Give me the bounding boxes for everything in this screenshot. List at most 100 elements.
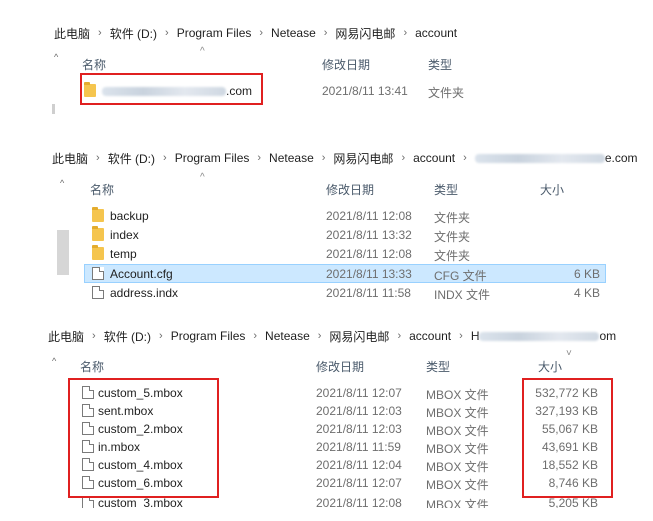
list-item[interactable]: address.indx 2021/8/11 11:58 INDX 文件 4 K… [0,284,653,300]
chevron-right-icon: › [403,27,408,39]
file-name: Account.cfg [110,267,173,281]
breadcrumb-item[interactable]: 此电脑 [50,150,90,167]
file-type: MBOX 文件 [426,498,489,508]
file-type: MBOX 文件 [426,460,489,474]
modified-date: 2021/8/11 12:07 [316,476,402,490]
column-header-date[interactable]: 修改日期 [316,358,364,375]
breadcrumb-item[interactable]: account [413,26,459,40]
file-type: 文件夹 [434,211,471,225]
breadcrumb-item[interactable]: account [407,329,453,343]
breadcrumb-item[interactable]: 软件 (D:) [102,328,153,345]
modified-date: 2021/8/11 13:41 [322,84,408,98]
breadcrumb-item[interactable]: Program Files [169,329,248,343]
modified-date: 2021/8/11 11:58 [326,286,411,300]
chevron-right-icon: › [259,27,264,39]
column-header-row: 名称 修改日期 类型 [0,52,653,74]
breadcrumb-item[interactable]: 网易闪电邮 [327,328,391,345]
breadcrumb-item[interactable]: 网易闪电邮 [333,25,397,42]
chevron-right-icon: › [92,330,96,342]
column-header-type[interactable]: 类型 [434,181,458,198]
column-header-size[interactable]: 大小 [540,181,564,198]
file-type: MBOX 文件 [426,424,489,438]
chevron-right-icon: › [463,152,467,164]
breadcrumb-item[interactable]: Program Files [173,151,252,165]
list-item[interactable]: index 2021/8/11 13:32 文件夹 [0,226,653,244]
file-size: 6 KB [573,267,600,281]
breadcrumb[interactable]: 此电脑 › 软件 (D:) › Program Files › Netease … [46,325,618,347]
chevron-right-icon: › [159,330,163,342]
file-type: MBOX 文件 [426,478,489,492]
column-header-type[interactable]: 类型 [426,358,450,375]
modified-date: 2021/8/11 12:07 [316,386,402,400]
file-type: 文件夹 [434,249,471,263]
file-name: temp [110,247,137,261]
breadcrumb-item[interactable]: 网易闪电邮 [331,150,395,167]
highlight-box [80,73,263,105]
chevron-right-icon: › [98,27,102,39]
chevron-right-icon: › [257,152,262,164]
highlight-box-names [68,378,219,498]
folder-icon [92,245,104,260]
column-header-name[interactable]: 名称 [90,181,114,198]
breadcrumb[interactable]: 此电脑 › 软件 (D:) › Program Files › Netease … [50,147,640,169]
column-header-name[interactable]: 名称 [80,358,104,375]
folder-icon [92,226,104,241]
column-header-type[interactable]: 类型 [428,56,452,73]
breadcrumb-item[interactable]: Netease [269,26,318,40]
chevron-right-icon: › [459,330,463,342]
column-header-size[interactable]: 大小 [538,358,562,375]
chevron-right-icon: › [253,330,258,342]
breadcrumb-item[interactable]: 软件 (D:) [106,150,157,167]
file-type: INDX 文件 [434,288,491,300]
chevron-right-icon: › [321,152,326,164]
scrollbar[interactable] [52,104,55,114]
modified-date: 2021/8/11 12:08 [326,209,412,223]
chevron-right-icon: › [317,330,322,342]
modified-date: 2021/8/11 13:33 [326,267,412,281]
explorer-panel-2: 此电脑 › 软件 (D:) › Program Files › Netease … [0,140,653,300]
file-type: MBOX 文件 [426,388,489,402]
breadcrumb-item-account-folder[interactable]: e.com [473,151,640,165]
explorer-panel-1: 此电脑 › 软件 (D:) › Program Files › Netease … [0,0,653,120]
file-type: 文件夹 [434,230,471,244]
file-name: index [110,228,139,242]
breadcrumb-item[interactable]: 此电脑 [52,25,92,42]
chevron-right-icon: › [163,152,167,164]
breadcrumb-item-account-folder[interactable]: Hom [469,329,618,343]
column-header-row: 名称 修改日期 类型 大小 [0,177,653,199]
chevron-right-icon: › [96,152,100,164]
modified-date: 2021/8/11 12:03 [316,422,402,436]
file-type: MBOX 文件 [426,442,489,456]
explorer-panel-3: 此电脑 › 软件 (D:) › Program Files › Netease … [0,318,653,521]
file-name: address.indx [110,286,179,300]
column-header-date[interactable]: 修改日期 [322,56,370,73]
redacted-text [474,154,605,164]
chevron-right-icon: › [165,27,169,39]
file-type: 文件夹 [428,86,465,100]
modified-date: 2021/8/11 12:08 [326,247,412,261]
chevron-right-icon: › [323,27,328,39]
breadcrumb-item[interactable]: account [411,151,457,165]
breadcrumb-item[interactable]: 此电脑 [46,328,86,345]
list-item-selected[interactable]: Account.cfg 2021/8/11 13:33 CFG 文件 6 KB [84,264,606,283]
folder-icon [92,207,104,222]
file-size: 4 KB [573,286,600,300]
list-item[interactable]: temp 2021/8/11 12:08 文件夹 [0,245,653,263]
redacted-text [479,332,600,342]
breadcrumb[interactable]: 此电脑 › 软件 (D:) › Program Files › Netease … [52,22,459,44]
file-name: backup [110,209,149,223]
modified-date: 2021/8/11 11:59 [316,440,401,454]
modified-date: 2021/8/11 13:32 [326,228,412,242]
modified-date: 2021/8/11 12:03 [316,404,402,418]
breadcrumb-item[interactable]: Netease [263,329,312,343]
file-icon [92,286,104,299]
list-item[interactable]: backup 2021/8/11 12:08 文件夹 [0,207,653,225]
file-type: MBOX 文件 [426,406,489,420]
modified-date: 2021/8/11 12:04 [316,458,402,472]
breadcrumb-item[interactable]: Netease [267,151,316,165]
breadcrumb-item[interactable]: 软件 (D:) [108,25,159,42]
column-header-date[interactable]: 修改日期 [326,181,374,198]
file-type: CFG 文件 [434,269,487,283]
breadcrumb-item[interactable]: Program Files [175,26,254,40]
column-header-name[interactable]: 名称 [82,56,106,73]
